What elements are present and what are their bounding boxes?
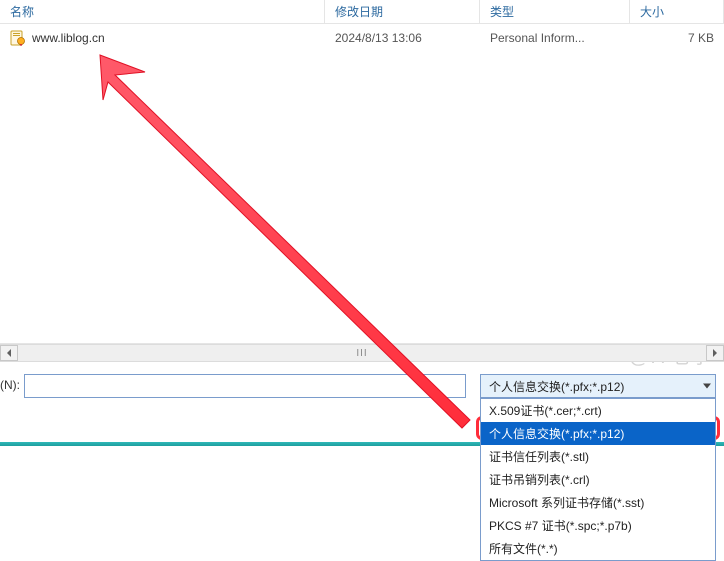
bottom-controls: (N): 个人信息交换(*.pfx;*.p12) X.509证书(*.cer;*…: [0, 362, 724, 406]
scroll-track[interactable]: III: [18, 345, 706, 361]
dropdown-item[interactable]: 证书吊销列表(*.crl): [481, 468, 715, 491]
dropdown-item[interactable]: 证书信任列表(*.stl): [481, 445, 715, 468]
file-size: 7 KB: [630, 31, 724, 45]
file-name: www.liblog.cn: [32, 31, 105, 45]
dropdown-item[interactable]: PKCS #7 证书(*.spc;*.p7b): [481, 514, 715, 537]
file-type: Personal Inform...: [480, 31, 630, 45]
dropdown-item[interactable]: 所有文件(*.*): [481, 537, 715, 560]
file-date: 2024/8/13 13:06: [325, 31, 480, 45]
filename-label: (N):: [0, 374, 20, 392]
certificate-file-icon: [10, 30, 26, 46]
filetype-dropdown: X.509证书(*.cer;*.crt) 个人信息交换(*.pfx;*.p12)…: [480, 398, 716, 561]
filetype-combo-wrap: 个人信息交换(*.pfx;*.p12) X.509证书(*.cer;*.crt)…: [480, 374, 716, 398]
file-list-area[interactable]: www.liblog.cn 2024/8/13 13:06 Personal I…: [0, 24, 724, 344]
column-header-name[interactable]: 名称: [0, 0, 325, 23]
column-header-type[interactable]: 类型: [480, 0, 630, 23]
filename-input[interactable]: [24, 374, 466, 398]
scroll-right-button[interactable]: [706, 345, 724, 361]
scroll-left-button[interactable]: [0, 345, 18, 361]
filetype-combo[interactable]: 个人信息交换(*.pfx;*.p12): [480, 374, 716, 398]
file-list-header: 名称 修改日期 类型 大小: [0, 0, 724, 24]
dropdown-item[interactable]: X.509证书(*.cer;*.crt): [481, 399, 715, 422]
dropdown-item[interactable]: Microsoft 系列证书存储(*.sst): [481, 491, 715, 514]
column-header-date[interactable]: 修改日期: [325, 0, 480, 23]
chevron-down-icon: [703, 384, 711, 389]
horizontal-scrollbar[interactable]: III: [0, 344, 724, 362]
file-row[interactable]: www.liblog.cn 2024/8/13 13:06 Personal I…: [0, 24, 724, 46]
column-header-size[interactable]: 大小: [630, 0, 724, 23]
scroll-grip-icon: III: [356, 348, 367, 359]
filetype-combo-selected: 个人信息交换(*.pfx;*.p12): [489, 378, 624, 395]
dropdown-item[interactable]: 个人信息交换(*.pfx;*.p12): [481, 422, 715, 445]
